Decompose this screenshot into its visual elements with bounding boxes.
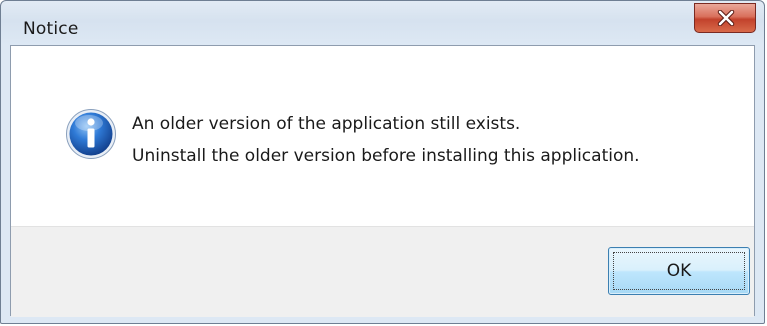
message-area: An older version of the application stil… <box>11 46 754 226</box>
ok-button-label: OK <box>666 261 692 281</box>
dialog-body: An older version of the application stil… <box>10 45 755 317</box>
window-title: Notice <box>23 19 79 39</box>
message-line-1: An older version of the application stil… <box>132 114 521 134</box>
info-icon <box>66 109 116 159</box>
close-x-icon <box>717 10 735 26</box>
ok-button[interactable]: OK <box>608 247 750 295</box>
close-button[interactable] <box>694 3 756 33</box>
title-bar[interactable]: Notice <box>1 1 764 45</box>
button-bar: OK <box>11 226 754 317</box>
dialog-window: Notice An older version of the applicati… <box>0 0 765 324</box>
message-text: An older version of the application stil… <box>132 108 640 172</box>
message-line-2: Uninstall the older version before insta… <box>132 146 640 166</box>
